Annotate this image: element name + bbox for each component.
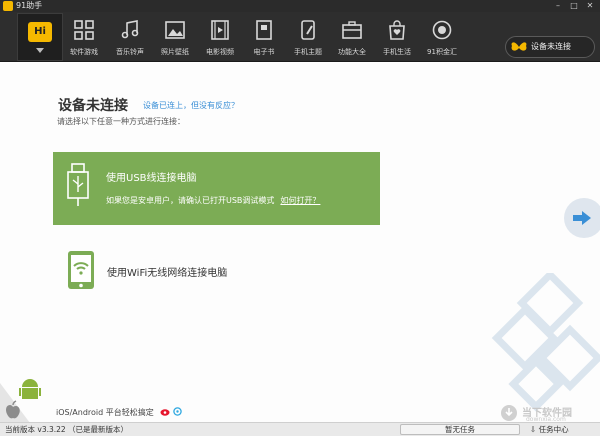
- nav-label: 照片壁纸: [161, 48, 189, 56]
- nav-label: 电子书: [253, 48, 275, 56]
- usb-cable-icon: [67, 163, 89, 206]
- film-icon: [211, 20, 229, 40]
- usb-connect-description: 如果您是安卓用户，请确认已打开USB调试模式 如何打开？: [106, 195, 320, 206]
- title-bar: 91助手 – □ ✕: [0, 0, 600, 12]
- nav-label: 电影视频: [206, 48, 234, 56]
- window-controls: – □ ✕: [552, 1, 596, 10]
- download-icon: [501, 405, 517, 421]
- nav-features[interactable]: 功能大全: [330, 12, 374, 62]
- photo-icon: [165, 21, 185, 39]
- main-toolbar: Hi 软件游戏 音乐铃声 照片壁纸 电影视频 电子书 手机主题 功能大全 手机生…: [0, 12, 600, 62]
- status-bar: 当前版本 v3.3.22 （已是最新版本） 暂无任务 ⇩ 任务中心: [0, 422, 600, 436]
- tencent-weibo-icon[interactable]: [173, 407, 182, 416]
- decorative-pattern: [491, 273, 600, 412]
- main-content: 设备未连接 设备已连上，但没有反应？ 请选择以下任意一种方式进行连接： 使用US…: [0, 63, 600, 423]
- nav-label: 功能大全: [338, 48, 366, 56]
- nav-life[interactable]: 手机生活: [375, 12, 419, 62]
- platform-logos: [0, 379, 41, 423]
- shopping-bag-icon: [389, 20, 405, 40]
- apps-grid-icon: [74, 20, 94, 40]
- window-title: 91助手: [16, 1, 43, 10]
- maximize-icon[interactable]: □: [568, 1, 580, 10]
- wifi-connect-title: 使用WiFi无线网络连接电脑: [107, 268, 228, 279]
- sina-weibo-icon[interactable]: [160, 407, 171, 416]
- nav-themes[interactable]: 手机主题: [286, 12, 330, 62]
- version-status: 当前版本 v3.3.22 （已是最新版本）: [5, 425, 129, 434]
- nav-music[interactable]: 音乐铃声: [108, 12, 152, 62]
- task-status-button[interactable]: 暂无任务: [400, 424, 520, 435]
- platform-caption: iOS/Android 平台轻松搞定: [56, 408, 154, 417]
- usb-connect-card[interactable]: 使用USB线连接电脑 如果您是安卓用户，请确认已打开USB调试模式 如何打开？: [53, 152, 380, 225]
- nav-label: 软件游戏: [70, 48, 98, 56]
- close-icon[interactable]: ✕: [584, 1, 596, 10]
- theme-brush-icon: [301, 20, 315, 40]
- device-status-button[interactable]: 设备未连接: [505, 36, 595, 58]
- wifi-connect-card[interactable]: 使用WiFi无线网络连接电脑: [53, 238, 380, 302]
- ebook-icon: [256, 20, 272, 40]
- home-button[interactable]: Hi: [17, 13, 63, 61]
- usb-connect-title: 使用USB线连接电脑: [106, 173, 197, 184]
- page-subtitle: 请选择以下任意一种方式进行连接：: [57, 117, 185, 126]
- task-center-label: 任务中心: [538, 425, 569, 434]
- nav-apps-games[interactable]: 软件游戏: [62, 12, 106, 62]
- minimize-icon[interactable]: –: [552, 1, 564, 10]
- home-logo-icon: Hi: [28, 22, 52, 42]
- help-link[interactable]: 设备已连上，但没有反应？: [143, 100, 239, 111]
- device-status-label: 设备未连接: [531, 42, 571, 51]
- coin-icon: [432, 20, 452, 40]
- task-center-link[interactable]: ⇩ 任务中心: [530, 423, 569, 436]
- nav-label: 音乐铃声: [116, 48, 144, 56]
- next-page-button[interactable]: [564, 198, 600, 238]
- android-icon: [19, 379, 41, 399]
- nav-label: 91积金汇: [427, 48, 457, 56]
- site-watermark: 当下软件园 downxia.com: [500, 404, 600, 423]
- nav-label: 手机生活: [383, 48, 411, 56]
- arrow-right-icon: [573, 211, 591, 225]
- how-to-enable-link[interactable]: 如何打开？: [280, 196, 320, 205]
- nav-label: 手机主题: [294, 48, 322, 56]
- nav-photos[interactable]: 照片壁纸: [153, 12, 197, 62]
- nav-ebooks[interactable]: 电子书: [242, 12, 286, 62]
- nav-coins[interactable]: 91积金汇: [420, 12, 464, 62]
- usb-debug-hint: 如果您是安卓用户，请确认已打开USB调试模式: [106, 196, 275, 205]
- phone-wifi-icon: [68, 251, 94, 289]
- page-title: 设备未连接: [58, 98, 128, 114]
- toolbox-icon: [342, 21, 362, 39]
- app-logo-icon: [3, 1, 13, 11]
- chevron-down-icon: [36, 48, 44, 53]
- nav-video[interactable]: 电影视频: [198, 12, 242, 62]
- music-note-icon: [121, 20, 139, 39]
- butterfly-icon: [511, 42, 527, 51]
